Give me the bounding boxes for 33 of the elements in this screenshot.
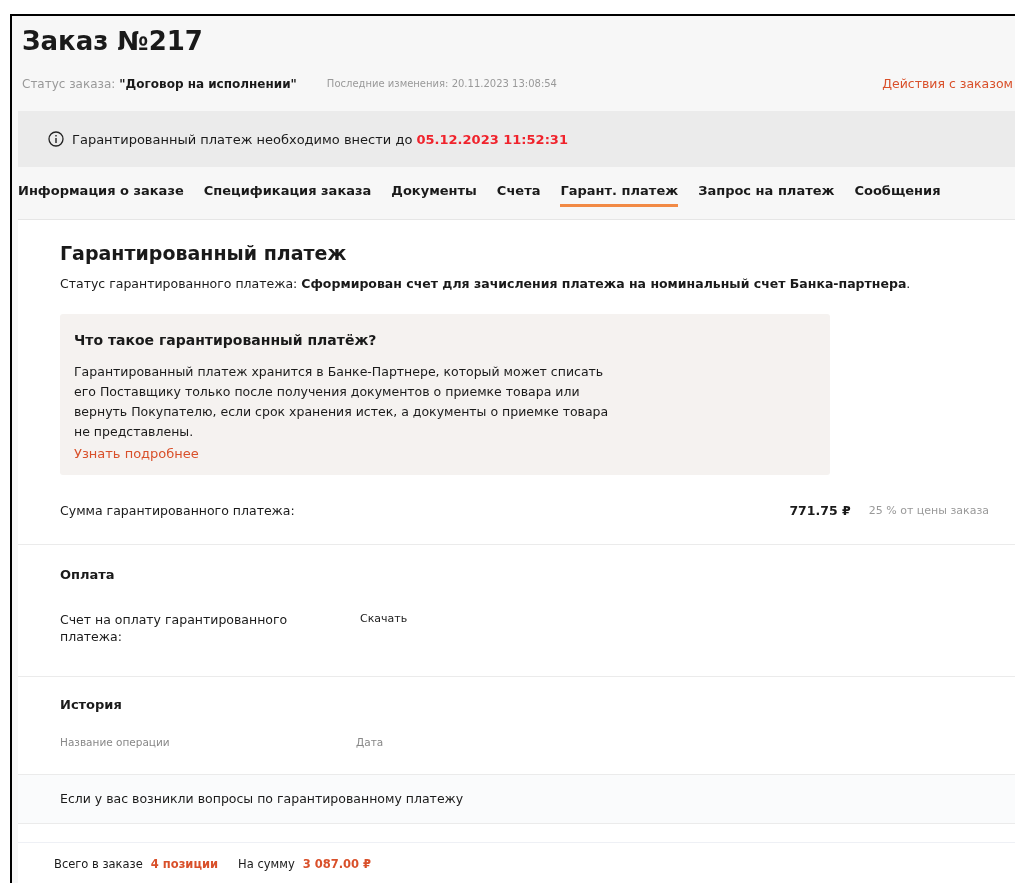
tab[interactable]: Документы [391,181,477,207]
amount-share: 25 % от цены заказа [868,504,989,517]
tab[interactable]: Счета [496,181,541,207]
amount-label: Сумма гарантированного платежа: [60,503,295,518]
column-header: Название операции [60,735,171,748]
questions-text: Если у вас возникли вопросы по гарантированному платежу [60,789,465,808]
tab[interactable]: Спецификация заказа [203,181,372,207]
amount-value: 771.75 ₽ [789,503,851,518]
download-link[interactable]: Скачать [360,612,408,625]
alert-text: Гарантированный платеж необходимо внести до 05.12.2023 11:52:31 [72,131,568,147]
learn-more-link[interactable]: Узнать подробнее [74,446,199,461]
order-actions-link[interactable]: Действия с заказом [882,76,1013,91]
guarantee-status: Статус гарантированного платежа: Сформирован счет для зачисления платежа на номинальный счет Банка-партнера. [60,275,912,293]
total-label: Всего в заказе [54,857,143,871]
section-title: Оплата [60,567,116,582]
tab[interactable]: Сообщения [854,181,941,207]
status-label: Статус заказа: [22,76,116,91]
invoice-label: Счет на оплату гарантированного платежа: [60,612,289,646]
tab[interactable]: Информация о заказе [18,181,184,207]
info-title: Что такое гарантированный платёж? [74,332,378,348]
last-changed: Последние изменения: 20.11.2023 13:08:54 [326,78,557,89]
tab[interactable]: Запрос на платеж [698,181,835,207]
section-title: Гарантированный платеж [60,242,348,264]
status-value: "Договор на исполнении" [119,76,297,91]
column-header: Дата [356,735,385,748]
total-value: 4 позиции [150,857,219,871]
info-icon [48,131,64,147]
tab[interactable]: Гарант. платеж [560,181,679,207]
sum-label: На сумму [238,857,295,871]
info-text: Гарантированный платеж хранится в Банке-Партнере, который может списать его Поставщику только после получения документов о приемке товара или вернуть Покупателю, если срок хранения истек, а документы о приемке товара не представлены. [74,363,610,441]
order-title: Заказ №217 [22,26,204,56]
sum-value: 3 087.00 ₽ [302,857,372,871]
section-title: История [60,696,123,712]
